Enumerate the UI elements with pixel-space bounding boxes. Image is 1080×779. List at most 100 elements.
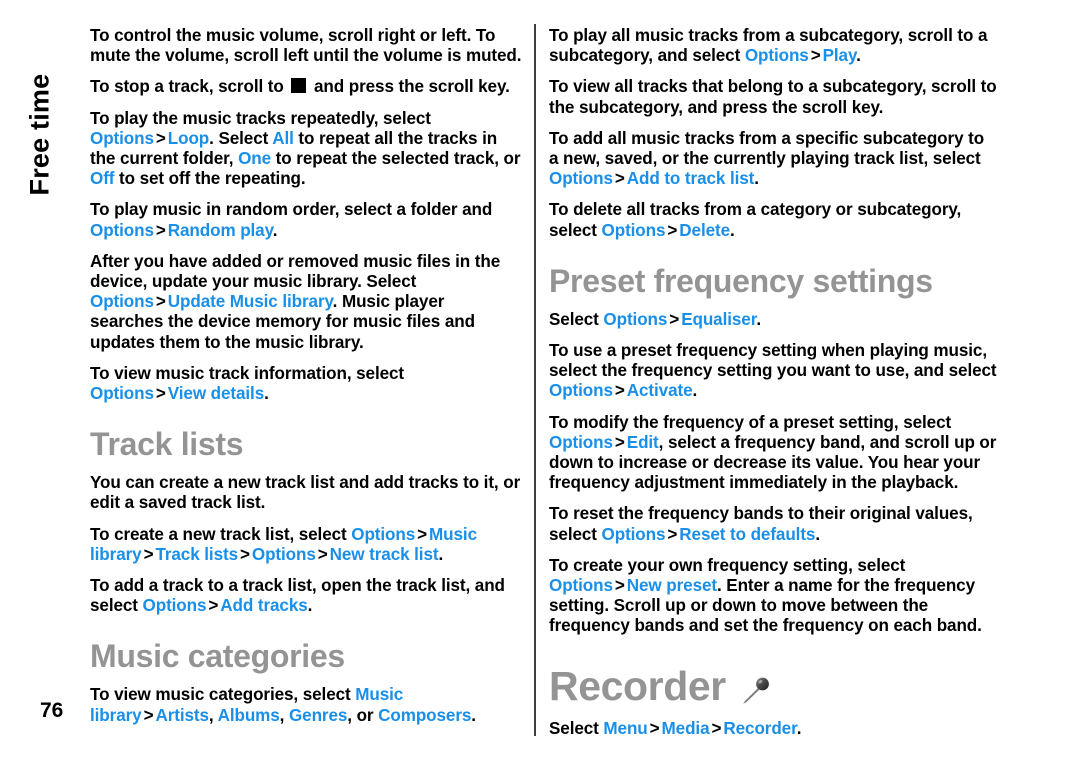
text-run: to set off the repeating.	[114, 169, 306, 189]
ui-term: Play	[822, 46, 857, 66]
path-separator: >	[614, 432, 625, 452]
paragraph: To play music in random order, select a …	[90, 200, 522, 240]
paragraph: To use a preset frequency setting when p…	[549, 341, 997, 402]
text-run: to repeat the selected track, or	[271, 149, 521, 169]
ui-term: Edit	[626, 432, 659, 452]
ui-term: Options	[142, 596, 207, 616]
text-run: .	[438, 544, 444, 564]
text-run: To play music in random order, select a …	[90, 200, 493, 220]
paragraph: Select Menu > Media > Recorder.	[549, 719, 997, 739]
text-run: To create a new track list, select	[90, 524, 352, 544]
stop-icon	[291, 78, 307, 94]
ui-term: Loop	[167, 128, 210, 148]
text-run: To stop a track, scroll to	[90, 77, 289, 97]
paragraph: To delete all tracks from a category or …	[549, 200, 997, 240]
ui-term: Options	[351, 524, 416, 544]
text-run: .	[856, 46, 861, 66]
ui-term: Options	[549, 169, 613, 189]
ui-term: Albums	[217, 705, 280, 725]
section-heading-track-lists: Track lists	[90, 426, 244, 463]
path-separator: >	[711, 718, 722, 738]
text-run: After you have added or removed music fi…	[90, 251, 501, 292]
section-heading-recorder: Recorder	[549, 663, 997, 709]
text-run: To view all tracks that belong to a subc…	[549, 77, 997, 117]
text-run: .	[272, 220, 278, 240]
paragraph: To play the music tracks repeatedly, sel…	[90, 109, 522, 190]
paragraph: To reset the frequency bands to their or…	[549, 504, 997, 544]
ui-term: Menu	[603, 718, 648, 738]
path-separator: >	[810, 46, 821, 66]
text-run: ,	[279, 705, 289, 725]
text-run: To create your own frequency setting, se…	[549, 555, 906, 575]
path-separator: >	[417, 524, 428, 544]
ui-term: Delete	[679, 220, 731, 240]
ui-term: Options	[603, 309, 668, 329]
path-separator: >	[155, 220, 166, 240]
text-run: ,	[208, 705, 218, 725]
text-run: To view music categories, select	[90, 685, 356, 705]
text-run: Select	[549, 309, 604, 329]
ui-term: Add to track list	[626, 169, 755, 189]
paragraph: To view music track information, select …	[90, 364, 522, 404]
ui-term: Options	[601, 524, 666, 544]
path-separator: >	[155, 128, 166, 148]
text-run: To control the music volume, scroll righ…	[90, 26, 522, 66]
paragraph: Select Options > Equaliser.	[549, 310, 997, 330]
text-run: .	[264, 384, 269, 404]
ui-term: Composers	[378, 705, 472, 725]
ui-term: Track lists	[155, 544, 238, 564]
ui-term: Genres	[288, 705, 348, 725]
text-run: Select	[549, 718, 604, 738]
microphone-icon	[738, 671, 772, 705]
ui-term: Equaliser	[681, 309, 757, 329]
text-run: .	[756, 309, 761, 329]
paragraph: To create a new track list, select Optio…	[90, 525, 522, 565]
ui-term: Options	[90, 292, 154, 312]
ui-term: New track list	[329, 544, 439, 564]
path-separator: >	[155, 292, 166, 312]
ui-term: All	[272, 128, 294, 148]
text-run: .	[471, 705, 476, 725]
ui-term: Media	[661, 718, 710, 738]
path-separator: >	[649, 718, 660, 738]
ui-term: Options	[251, 544, 316, 564]
paragraph: To view music categories, select Music l…	[90, 685, 522, 725]
paragraph: To add a track to a track list, open the…	[90, 576, 522, 616]
path-separator: >	[669, 309, 680, 329]
ui-term: Artists	[155, 705, 209, 725]
section-heading-preset-frequency-settings: Preset frequency settings	[549, 262, 933, 299]
paragraph: To modify the frequency of a preset sett…	[549, 413, 997, 494]
path-separator: >	[208, 596, 219, 616]
chapter-tab: Free time	[0, 0, 86, 230]
path-separator: >	[239, 544, 250, 564]
ui-term: Options	[601, 220, 666, 240]
paragraph: To add all music tracks from a specific …	[549, 129, 997, 190]
right-column: To play all music tracks from a subcateg…	[549, 26, 997, 739]
text-run: .	[307, 596, 313, 616]
text-run: To play the music tracks repeatedly, sel…	[90, 108, 431, 128]
ui-term: Options	[90, 128, 154, 148]
section-heading-recorder-label: Recorder	[549, 662, 726, 709]
path-separator: >	[155, 384, 166, 404]
ui-term: Options	[549, 576, 613, 596]
column-divider	[534, 24, 536, 736]
paragraph: You can create a new track list and add …	[90, 473, 522, 513]
path-separator: >	[317, 544, 328, 564]
ui-term: Activate	[626, 381, 693, 401]
text-run: . Select	[209, 128, 273, 148]
ui-term: Random play	[167, 220, 273, 240]
ui-term: Reset to defaults	[679, 524, 816, 544]
ui-term: New preset	[626, 576, 717, 596]
ui-term: View details	[167, 384, 265, 404]
path-separator: >	[614, 169, 625, 189]
chapter-tab-label: Free time	[24, 73, 55, 196]
ui-term: Options	[549, 381, 613, 401]
paragraph: After you have added or removed music fi…	[90, 252, 522, 353]
manual-page: Free time 76 To control the music volume…	[0, 0, 1080, 779]
paragraph: To view all tracks that belong to a subc…	[549, 77, 997, 117]
section-heading-music-categories: Music categories	[90, 638, 345, 675]
path-separator: >	[143, 544, 154, 564]
paragraph: To control the music volume, scroll righ…	[90, 26, 522, 66]
path-separator: >	[667, 220, 678, 240]
left-column: To control the music volume, scroll righ…	[90, 26, 522, 726]
